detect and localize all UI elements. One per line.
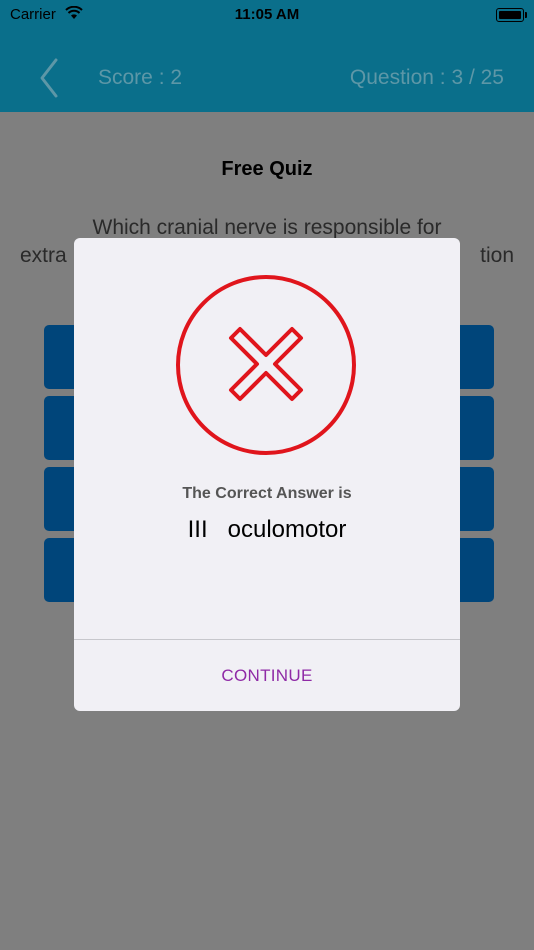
quiz-title: Free Quiz <box>221 158 313 180</box>
correct-answer-label: The Correct Answer is <box>182 485 352 502</box>
continue-button[interactable]: CONTINUE <box>74 640 460 711</box>
result-dialog: The Correct Answer is III oculomotor CON… <box>74 238 460 711</box>
back-chevron-icon[interactable] <box>34 56 66 100</box>
clock: 11:05 AM <box>234 6 300 23</box>
correct-answer-text: III oculomotor <box>187 516 347 543</box>
battery-icon <box>496 8 527 22</box>
status-bar: Carrier 11:05 AM <box>0 0 534 44</box>
question-counter: Question : 3 / 25 <box>349 66 504 89</box>
question-line-2-left: extra <box>20 244 67 267</box>
nav-bar: Score : 2 Question : 3 / 25 <box>0 44 534 112</box>
score-label: Score : 2 <box>98 66 183 89</box>
x-circle-icon <box>176 275 356 455</box>
question-line-2-right: tion <box>480 244 514 267</box>
